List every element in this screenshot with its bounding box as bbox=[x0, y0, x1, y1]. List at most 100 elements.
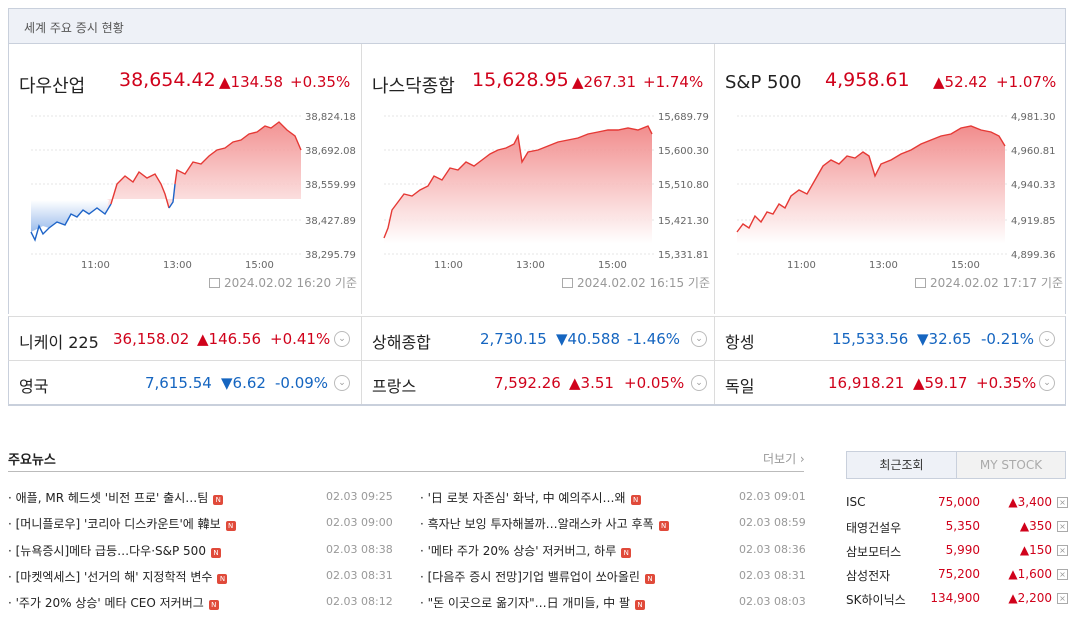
news-time: 02.03 08:12 bbox=[326, 595, 393, 608]
news-item[interactable]: · 흑자난 보잉 투자해볼까…알래스카 사고 후폭 N bbox=[420, 515, 669, 532]
row-value: 36,158.02 bbox=[113, 330, 190, 348]
stock-row[interactable]: 태영건설우 5,350 ▲350 × bbox=[846, 519, 1068, 537]
calendar-icon bbox=[562, 278, 573, 288]
row-value: 7,592.26 bbox=[494, 374, 561, 392]
news-item[interactable]: · '메타 주가 20% 상승' 저커버그, 하루 N bbox=[420, 542, 632, 559]
row-change: ▲3.51 bbox=[569, 374, 614, 392]
index-row-shanghai[interactable]: 상해종합 2,730.15 ▼40.588 -1.46% ⌄ bbox=[361, 316, 714, 360]
y-tick: 15,510.80 bbox=[658, 180, 709, 191]
x-tick: 13:00 bbox=[869, 260, 898, 271]
y-tick: 38,824.18 bbox=[305, 112, 356, 123]
index-panel-sp500[interactable]: S&P 500 4,958.61 ▲52.42 +1.07% 4,981.30 … bbox=[714, 44, 1066, 314]
news-item[interactable]: · '주가 20% 상승' 메타 CEO 저커버그 N bbox=[8, 594, 219, 611]
stock-row[interactable]: 삼성전자 75,200 ▲1,600 × bbox=[846, 567, 1068, 585]
row-pct: +0.05% bbox=[624, 374, 685, 392]
calendar-icon bbox=[209, 278, 220, 288]
row-name: 상해종합 bbox=[372, 333, 431, 352]
new-badge-icon: N bbox=[217, 574, 228, 584]
news-item[interactable]: · 애플, MR 헤드셋 '비전 프로' 출시…팀 N bbox=[8, 489, 224, 506]
x-tick: 11:00 bbox=[434, 260, 463, 271]
row-value: 16,918.21 bbox=[828, 374, 905, 392]
news-time: 02.03 09:00 bbox=[326, 516, 393, 529]
new-badge-icon: N bbox=[621, 548, 632, 558]
header-title: 세계 주요 증시 현황 bbox=[24, 21, 124, 35]
dow-chart: 38,824.18 38,692.08 38,559.99 38,427.89 … bbox=[30, 112, 356, 271]
row-value: 15,533.56 bbox=[832, 330, 909, 348]
stock-row[interactable]: SK하이닉스 134,900 ▲2,200 × bbox=[846, 591, 1068, 609]
chevron-down-icon[interactable]: ⌄ bbox=[1039, 375, 1055, 391]
row-change: ▼6.62 bbox=[221, 374, 266, 392]
news-divider bbox=[8, 471, 804, 472]
news-item[interactable]: · [머니플로우] '코리아 디스카운트'에 韓보 N bbox=[8, 515, 236, 532]
stock-tabs: 최근조회 MY STOCK bbox=[846, 451, 1066, 479]
index-name: 다우산업 bbox=[19, 76, 86, 97]
x-tick: 11:00 bbox=[81, 260, 110, 271]
news-time: 02.03 09:01 bbox=[739, 490, 806, 503]
y-tick: 15,331.81 bbox=[658, 250, 709, 261]
index-pct: +1.07% bbox=[996, 73, 1057, 91]
news-item[interactable]: · "돈 이곳으로 옮기자"…日 개미들, 中 팔N bbox=[420, 594, 646, 611]
index-row-uk[interactable]: 영국 7,615.54 ▼6.62 -0.09% ⌄ bbox=[8, 360, 361, 404]
news-time: 02.03 08:38 bbox=[326, 543, 393, 556]
close-icon[interactable]: × bbox=[1057, 521, 1068, 532]
index-name: 나스닥종합 bbox=[372, 76, 455, 97]
row-pct: -0.09% bbox=[275, 374, 329, 392]
y-tick: 4,981.30 bbox=[1011, 112, 1056, 123]
index-name: S&P 500 bbox=[725, 72, 802, 93]
chevron-down-icon[interactable]: ⌄ bbox=[691, 331, 707, 347]
y-tick: 4,919.85 bbox=[1011, 216, 1056, 227]
index-change: ▲52.42 bbox=[933, 73, 988, 91]
x-tick: 11:00 bbox=[787, 260, 816, 271]
x-tick: 15:00 bbox=[951, 260, 980, 271]
index-row-france[interactable]: 프랑스 7,592.26 ▲3.51 +0.05% ⌄ bbox=[361, 360, 714, 404]
row-name: 항셍 bbox=[725, 333, 755, 352]
close-icon[interactable]: × bbox=[1057, 569, 1068, 580]
new-badge-icon: N bbox=[225, 521, 236, 531]
row-change: ▼32.65 bbox=[917, 330, 972, 348]
x-tick: 13:00 bbox=[516, 260, 545, 271]
close-icon[interactable]: × bbox=[1057, 593, 1068, 604]
row-name: 영국 bbox=[19, 377, 49, 396]
index-panel-dow[interactable]: 다우산업 38,654.42 ▲134.58 +0.35% 38,824.18 … bbox=[8, 44, 361, 314]
section-divider bbox=[8, 404, 1066, 406]
row-name: 니케이 225 bbox=[19, 333, 99, 352]
row-value: 2,730.15 bbox=[480, 330, 547, 348]
y-tick: 38,559.99 bbox=[305, 180, 356, 191]
chevron-down-icon[interactable]: ⌄ bbox=[691, 375, 707, 391]
chevron-down-icon[interactable]: ⌄ bbox=[334, 375, 350, 391]
tab-recent[interactable]: 최근조회 bbox=[847, 452, 957, 478]
news-item[interactable]: · [마켓엑세스] '선거의 해' 지정학적 변수 N bbox=[8, 568, 228, 585]
row-pct: -1.46% bbox=[627, 330, 681, 348]
stock-row[interactable]: ISC 75,000 ▲3,400 × bbox=[846, 495, 1068, 513]
world-index-header: 세계 주요 증시 현황 bbox=[8, 8, 1066, 44]
timestamp: 2024.02.02 17:17 기준 bbox=[915, 274, 1063, 291]
x-tick: 15:00 bbox=[245, 260, 274, 271]
row-value: 7,615.54 bbox=[145, 374, 212, 392]
y-tick: 15,421.30 bbox=[658, 216, 709, 227]
new-badge-icon: N bbox=[658, 521, 669, 531]
news-item[interactable]: · [뉴욕증시]메타 급등…다우·S&P 500 N bbox=[8, 542, 221, 559]
index-change: ▲134.58 bbox=[219, 73, 284, 91]
chevron-down-icon[interactable]: ⌄ bbox=[334, 331, 350, 347]
news-item[interactable]: · '日 로봇 자존심' 화낙, 中 예의주시…왜 N bbox=[420, 489, 641, 506]
row-pct: -0.21% bbox=[981, 330, 1035, 348]
new-badge-icon: N bbox=[210, 548, 221, 558]
y-tick: 15,689.79 bbox=[658, 112, 709, 123]
x-tick: 15:00 bbox=[598, 260, 627, 271]
stock-row[interactable]: 삼보모터스 5,990 ▲150 × bbox=[846, 543, 1068, 561]
index-row-germany[interactable]: 독일 16,918.21 ▲59.17 +0.35% ⌄ bbox=[714, 360, 1066, 404]
index-value: 38,654.42 bbox=[119, 69, 216, 91]
calendar-icon bbox=[915, 278, 926, 288]
close-icon[interactable]: × bbox=[1057, 497, 1068, 508]
new-badge-icon: N bbox=[635, 600, 646, 610]
chevron-down-icon[interactable]: ⌄ bbox=[1039, 331, 1055, 347]
more-link[interactable]: 더보기 › bbox=[763, 450, 805, 467]
close-icon[interactable]: × bbox=[1057, 545, 1068, 556]
y-tick: 38,295.79 bbox=[305, 250, 356, 261]
tab-mystock[interactable]: MY STOCK bbox=[957, 452, 1065, 478]
index-row-nikkei[interactable]: 니케이 225 36,158.02 ▲146.56 +0.41% ⌄ bbox=[8, 316, 361, 360]
news-item[interactable]: · [다음주 증시 전망]기업 밸류업이 쏘아올린 N bbox=[420, 568, 655, 585]
index-panel-nasdaq[interactable]: 나스닥종합 15,628.95 ▲267.31 +1.74% 15,689.79… bbox=[361, 44, 714, 314]
index-pct: +0.35% bbox=[290, 73, 351, 91]
index-row-hangseng[interactable]: 항셍 15,533.56 ▼32.65 -0.21% ⌄ bbox=[714, 316, 1066, 360]
